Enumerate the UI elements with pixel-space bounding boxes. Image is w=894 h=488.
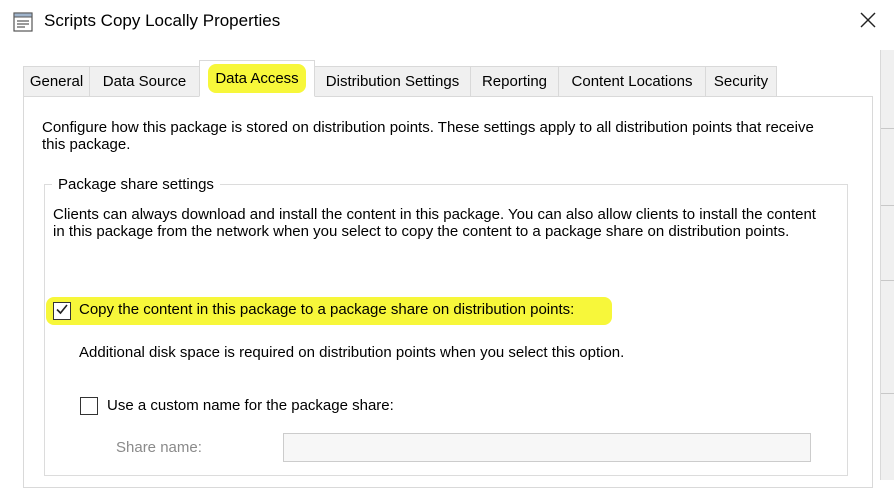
properties-dialog: Scripts Copy Locally Properties General … <box>0 0 894 488</box>
copy-to-package-share-checkbox[interactable] <box>53 302 71 320</box>
checkmark-icon <box>55 302 69 320</box>
edge-divider <box>881 205 894 206</box>
custom-share-name-checkbox[interactable] <box>80 397 98 415</box>
share-name-input[interactable] <box>283 433 811 462</box>
copy-to-package-share-label[interactable]: Copy the content in this package to a pa… <box>79 301 574 318</box>
tab-label: Content Locations <box>571 73 693 90</box>
tab-reporting[interactable]: Reporting <box>470 66 559 96</box>
tab-label: General <box>29 73 84 90</box>
tab-label: Security <box>713 73 769 90</box>
disk-space-note: Additional disk space is required on dis… <box>79 344 625 361</box>
tab-label: Distribution Settings <box>325 73 460 90</box>
edge-divider <box>881 128 894 129</box>
background-window-edge <box>880 50 894 480</box>
intro-text: Configure how this package is stored on … <box>42 119 814 153</box>
window-title: Scripts Copy Locally Properties <box>44 11 281 30</box>
close-icon <box>859 11 877 33</box>
tab-label: Data Access <box>210 66 304 91</box>
close-button[interactable] <box>850 6 886 38</box>
tab-general[interactable]: General <box>23 66 90 96</box>
tab-data-access[interactable]: Data Access <box>199 60 315 97</box>
tab-content-locations[interactable]: Content Locations <box>558 66 706 96</box>
tab-label: Reporting <box>481 73 548 90</box>
tab-security[interactable]: Security <box>705 66 777 96</box>
tab-distribution-settings[interactable]: Distribution Settings <box>314 66 471 96</box>
package-share-description: Clients can always download and install … <box>53 206 816 240</box>
share-name-label: Share name: <box>116 439 202 456</box>
properties-icon <box>12 11 34 33</box>
edge-divider <box>881 280 894 281</box>
tab-data-source[interactable]: Data Source <box>89 66 200 96</box>
edge-divider <box>881 393 894 394</box>
tab-label: Data Source <box>102 73 187 90</box>
groupbox-legend: Package share settings <box>52 176 220 193</box>
title-bar: Scripts Copy Locally Properties <box>0 0 894 44</box>
custom-share-name-label[interactable]: Use a custom name for the package share: <box>107 397 394 414</box>
